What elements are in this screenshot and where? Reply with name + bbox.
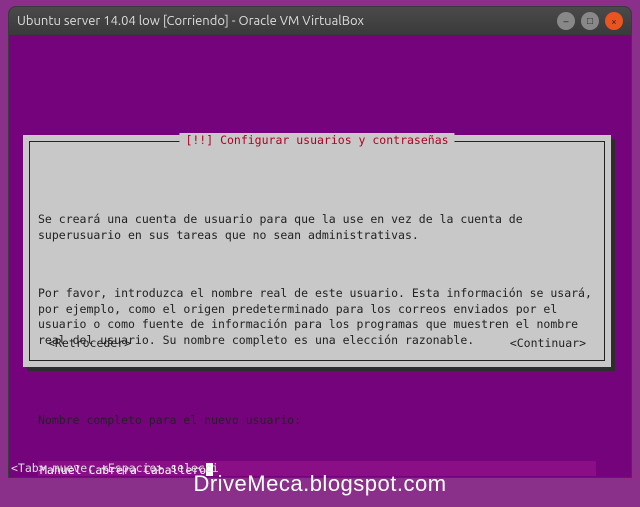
maximize-button[interactable]: □ <box>581 12 599 30</box>
minimize-button[interactable]: – <box>557 12 575 30</box>
nav-row: <Retroceder> <Continuar> <box>48 336 586 352</box>
back-button[interactable]: <Retroceder> <box>48 336 131 352</box>
close-button[interactable]: × <box>605 12 623 30</box>
watermark-text: DriveMeca.blogspot.com <box>193 471 446 497</box>
continue-button[interactable]: <Continuar> <box>510 336 586 352</box>
window-title: Ubuntu server 14.04 low [Corriendo] - Or… <box>17 14 557 28</box>
titlebar: Ubuntu server 14.04 low [Corriendo] - Or… <box>9 7 631 35</box>
vm-screen: [!!] Configurar usuarios y contraseñas S… <box>9 35 631 477</box>
window-controls: – □ × <box>557 12 623 30</box>
keyboard-hints: <Tab> mueve; <Espacio> selecci <box>11 461 219 475</box>
installer-dialog: [!!] Configurar usuarios y contraseñas S… <box>23 135 611 367</box>
dialog-text-1: Se creará una cuenta de usuario para que… <box>38 212 596 243</box>
dialog-title: [!!] Configurar usuarios y contraseñas <box>179 133 454 149</box>
fullname-label: Nombre completo para el nuevo usuario: <box>38 413 596 429</box>
dialog-inner: [!!] Configurar usuarios y contraseñas S… <box>29 141 605 361</box>
vm-window: Ubuntu server 14.04 low [Corriendo] - Or… <box>8 6 632 478</box>
